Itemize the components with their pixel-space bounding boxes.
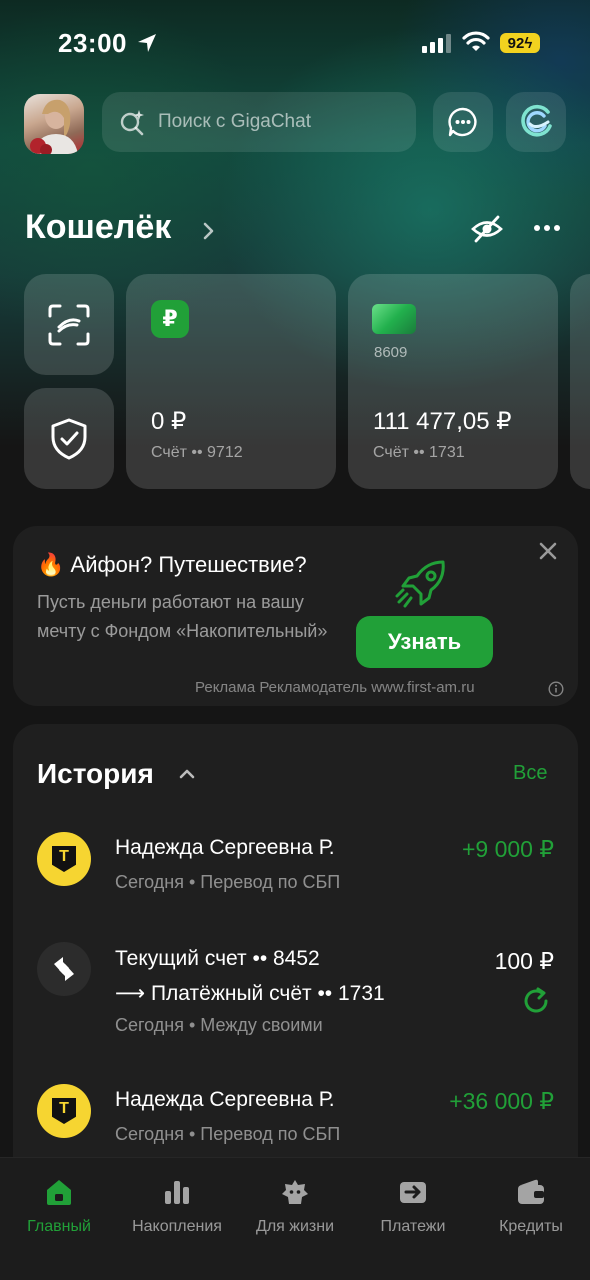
tbank-logo-icon: T	[37, 1084, 91, 1138]
payments-icon	[400, 1182, 426, 1203]
fire-icon: 🔥	[37, 552, 65, 577]
nav-label: Кредиты	[499, 1218, 563, 1235]
search-input[interactable]: Поиск с GigaChat	[102, 92, 416, 152]
gigachat-logo-icon	[521, 104, 552, 137]
tbank-logo-icon: T	[37, 832, 91, 886]
promo-title-text: Айфон? Путешествие?	[70, 552, 307, 577]
transaction-subtitle: Сегодня • Между своими	[115, 1015, 323, 1035]
transaction-amount: 100 ₽	[494, 948, 554, 974]
transaction-name: Текущий счет •• 8452	[115, 947, 320, 970]
scan-button[interactable]	[24, 274, 114, 375]
history-title[interactable]: История	[37, 758, 154, 790]
account-balance: 111 477,05 ₽	[373, 408, 512, 435]
wallet-title[interactable]: Кошелёк	[25, 208, 171, 247]
battery-indicator: 92 ϟ	[500, 33, 540, 53]
wifi-icon	[462, 31, 490, 51]
close-icon[interactable]	[537, 540, 559, 562]
nav-item-lifestyle[interactable]: Для жизни	[236, 1176, 354, 1236]
charging-icon: ϟ	[524, 34, 533, 52]
lifestyle-icon	[282, 1180, 308, 1204]
shield-check-icon	[51, 418, 87, 459]
chevron-up-icon[interactable]	[177, 764, 197, 784]
scan-qr-icon	[48, 304, 90, 345]
arrow-right-icon: ⟶	[115, 982, 146, 1005]
chevron-right-icon[interactable]	[200, 219, 218, 243]
status-time: 23:00	[58, 28, 127, 58]
bar-chart-icon	[165, 1181, 189, 1204]
nav-item-savings[interactable]: Накопления	[118, 1176, 236, 1236]
card-number: 8609	[374, 344, 408, 361]
wallet-icon	[518, 1179, 544, 1204]
account-label: Счёт •• 9712	[151, 444, 243, 461]
nav-item-credits[interactable]: Кредиты	[472, 1176, 590, 1236]
more-icon[interactable]	[532, 218, 562, 238]
chat-icon	[448, 107, 477, 137]
home-icon	[47, 1180, 71, 1205]
transaction-subtitle: Сегодня • Перевод по СБП	[115, 1124, 341, 1144]
gigachat-button[interactable]	[506, 92, 566, 152]
transfer-arrows-icon	[54, 957, 74, 981]
history-section: История Все T Надежда Сергеевна Р. Сегод…	[13, 724, 578, 1224]
eye-off-icon[interactable]	[470, 212, 504, 246]
account-card[interactable]: 8609 111 477,05 ₽ Счёт •• 1731	[348, 274, 558, 489]
nav-label: Для жизни	[255, 1218, 335, 1235]
transaction-subtitle: Сегодня • Перевод по СБП	[115, 872, 341, 892]
promo-banner[interactable]: 🔥 Айфон? Путешествие? Пусть деньги работ…	[13, 526, 578, 706]
account-card-partial[interactable]	[570, 274, 590, 489]
search-placeholder: Поиск с GigaChat	[158, 111, 311, 132]
transaction-name-destination: ⟶ Платёжный счёт •• 1731	[115, 981, 385, 1006]
promo-title: 🔥 Айфон? Путешествие?	[37, 552, 307, 578]
learn-more-button[interactable]: Узнать	[356, 616, 493, 668]
repeat-icon[interactable]	[521, 986, 551, 1016]
location-arrow-icon	[138, 34, 156, 52]
nav-label: Платежи	[380, 1218, 446, 1235]
transaction-name: Надежда Сергеевна Р.	[115, 836, 335, 859]
nav-label: Накопления	[132, 1218, 222, 1235]
nav-label: Главный	[27, 1218, 91, 1235]
security-button[interactable]	[24, 388, 114, 489]
account-label: Счёт •• 1731	[373, 444, 465, 461]
ruble-icon: ₽	[151, 300, 189, 338]
bottom-navigation: Главный Накопления Для жизни Платежи Кре…	[0, 1157, 590, 1280]
ad-disclaimer: Реклама Рекламодатель www.first-am.ru	[195, 679, 475, 696]
transfer-icon	[37, 942, 91, 996]
sparkle-search-icon	[120, 110, 144, 136]
history-all-link[interactable]: Все	[513, 762, 547, 785]
card-icon	[372, 304, 416, 334]
chat-button[interactable]	[433, 92, 493, 152]
account-card[interactable]: ₽ 0 ₽ Счёт •• 9712	[126, 274, 336, 489]
battery-level: 92	[507, 34, 525, 52]
transaction-destination: Платёжный счёт •• 1731	[150, 982, 385, 1005]
promo-text: Пусть деньги работают на вашу мечту с Фо…	[37, 592, 328, 641]
nav-item-home[interactable]: Главный	[0, 1176, 118, 1236]
rocket-icon	[395, 560, 445, 608]
avatar[interactable]	[24, 94, 84, 154]
transaction-amount: +36 000 ₽	[449, 1088, 554, 1114]
nav-item-payments[interactable]: Платежи	[354, 1176, 472, 1236]
cellular-signal-icon	[422, 34, 451, 53]
transaction-amount: +9 000 ₽	[461, 836, 554, 862]
account-balance: 0 ₽	[151, 408, 187, 435]
transaction-name: Надежда Сергеевна Р.	[115, 1088, 335, 1111]
avatar-image	[30, 99, 78, 154]
info-icon[interactable]	[548, 681, 564, 697]
